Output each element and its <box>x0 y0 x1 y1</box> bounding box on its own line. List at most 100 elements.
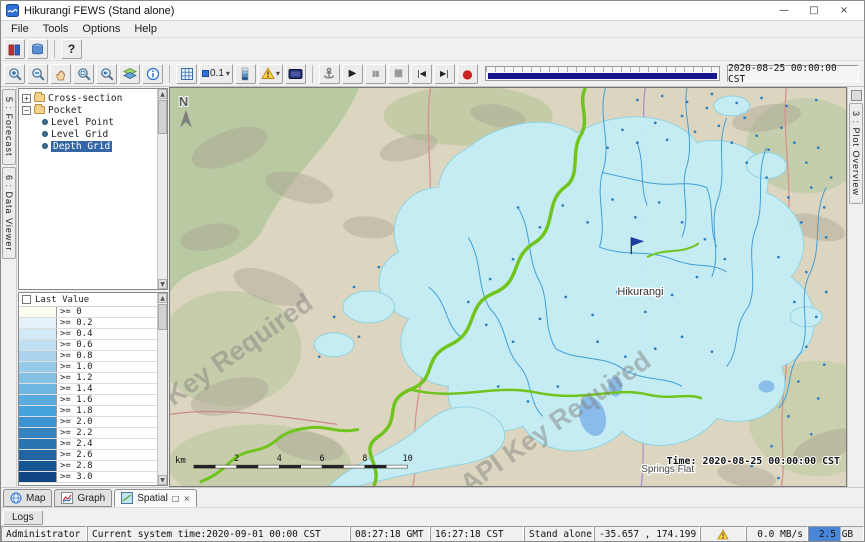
toolbar-separator <box>169 65 170 83</box>
close-button[interactable]: × <box>829 5 859 16</box>
tab-data-viewer[interactable]: 6 : Data Viewer <box>2 167 16 259</box>
scroll-up-icon[interactable]: ▲ <box>158 293 167 303</box>
map-canvas[interactable]: API Key Required API Key Required Hikura… <box>170 88 846 486</box>
legend-swatch <box>19 472 57 482</box>
tree-item-cross-section[interactable]: + Cross-section <box>22 92 156 104</box>
menu-file[interactable]: File <box>4 22 36 36</box>
pan-button[interactable] <box>50 64 71 84</box>
warning-triangle-icon <box>717 529 729 540</box>
scroll-thumb[interactable] <box>158 304 167 330</box>
menu-help[interactable]: Help <box>127 22 164 36</box>
last-value-checkbox[interactable] <box>22 295 31 304</box>
legend-label: >= 0.4 <box>57 329 93 339</box>
grid-display-button[interactable] <box>176 64 197 84</box>
legend-swatch <box>19 395 57 405</box>
window-title: Hikurangi FEWS (Stand alone) <box>24 5 174 17</box>
dock-handle-icon[interactable] <box>851 90 862 101</box>
layers-button[interactable] <box>119 64 140 84</box>
legend-swatch <box>19 362 57 372</box>
app-logo-icon <box>6 4 19 17</box>
tree-label-selected: Depth Grid <box>51 141 112 152</box>
tree-item-level-point[interactable]: Level Point <box>22 116 156 128</box>
log-browser-button[interactable] <box>4 39 25 59</box>
legend-swatch <box>19 351 57 361</box>
status-mode: Stand alone <box>524 526 594 542</box>
zoom-in-button[interactable] <box>4 64 25 84</box>
zoom-rectangle-button[interactable] <box>73 64 94 84</box>
stop-button[interactable]: ■ <box>388 64 409 84</box>
database-viewer-button[interactable] <box>27 39 48 59</box>
tree-scrollbar[interactable]: ▲ ▼ <box>157 89 167 289</box>
hand-icon <box>54 67 68 81</box>
zoom-previous-button[interactable] <box>96 64 117 84</box>
legend-classes-button[interactable] <box>235 64 256 84</box>
tab-plot-overview[interactable]: 3 : Plot Overview <box>849 103 863 204</box>
scroll-down-icon[interactable]: ▼ <box>158 279 167 289</box>
time-slider[interactable] <box>485 66 720 81</box>
color-ramp-icon <box>240 67 250 81</box>
tab-close-icon[interactable]: × <box>183 494 190 503</box>
warning-triangle-icon <box>261 67 275 80</box>
legend-rows: >= 0 >= 0.2 >= 0.4 >= 0.6 >= 0.8 >= 1.0 … <box>19 307 157 483</box>
status-warning-cell[interactable] <box>700 526 746 542</box>
status-coordinates: -35.657 , 174.199 <box>594 526 700 542</box>
legend-label: >= 1.4 <box>57 384 93 394</box>
main-area: 5 : Forecast 6 : Data Viewer + Cross-sec… <box>1 87 864 487</box>
play-button[interactable]: ▶ <box>342 64 363 84</box>
grid-icon <box>180 67 194 81</box>
minimize-button[interactable]: — <box>769 5 799 16</box>
zoom-out-icon <box>31 67 45 81</box>
legend-row: >= 3.0 <box>19 472 157 483</box>
pause-button[interactable]: ▮▮ <box>365 64 386 84</box>
info-button[interactable] <box>142 64 163 84</box>
help-button[interactable]: ? <box>61 39 82 59</box>
skip-to-end-button[interactable]: ▶| <box>434 64 455 84</box>
scale-tick: 8 <box>362 453 367 463</box>
layer-node-icon <box>42 131 48 137</box>
skip-to-start-button[interactable]: |◀ <box>411 64 432 84</box>
legend-swatch <box>19 373 57 383</box>
legend-row: >= 0.2 <box>19 318 157 329</box>
tab-map[interactable]: Map <box>3 489 52 507</box>
legend-row: >= 1.2 <box>19 373 157 384</box>
scroll-down-icon[interactable]: ▼ <box>158 475 167 485</box>
menu-tools[interactable]: Tools <box>36 22 76 36</box>
tree-item-pocket[interactable]: − Pocket <box>22 104 156 116</box>
logs-button[interactable]: Logs <box>3 510 43 525</box>
legend-label: >= 1.8 <box>57 406 93 416</box>
legend-label: >= 1.6 <box>57 395 93 405</box>
anchor-icon <box>322 67 336 81</box>
tree-item-depth-grid[interactable]: Depth Grid <box>22 140 156 152</box>
chevron-down-icon: ▾ <box>226 69 230 78</box>
tab-float-icon[interactable]: □ <box>172 494 180 503</box>
layer-tree: + Cross-section − Pocket Level Point <box>18 88 168 290</box>
legend-label: >= 2.2 <box>57 428 93 438</box>
record-movie-button[interactable]: ● <box>457 64 478 84</box>
movie-screen-icon <box>288 67 303 81</box>
tab-graph[interactable]: Graph <box>54 489 112 507</box>
scroll-up-icon[interactable]: ▲ <box>158 89 167 99</box>
menu-options[interactable]: Options <box>75 22 127 36</box>
maximize-button[interactable]: □ <box>799 5 829 16</box>
collapse-icon[interactable]: − <box>22 106 31 115</box>
spatial-side-panel: + Cross-section − Pocket Level Point <box>17 87 169 487</box>
animation-export-button[interactable] <box>285 64 306 84</box>
tree-item-level-grid[interactable]: Level Grid <box>22 128 156 140</box>
legend-row: >= 0.6 <box>19 340 157 351</box>
status-bar: Administrator Current system time:2020-0… <box>1 526 864 542</box>
zoom-out-button[interactable] <box>27 64 48 84</box>
legend-label: >= 2.6 <box>57 450 93 460</box>
layer-node-icon <box>42 143 48 149</box>
spatial-map-icon <box>121 492 133 504</box>
legend-swatch <box>19 428 57 438</box>
anchor-time-button[interactable] <box>319 64 340 84</box>
tab-forecast[interactable]: 5 : Forecast <box>2 89 16 165</box>
tab-spatial[interactable]: Spatial □ × <box>114 489 197 507</box>
thresholds-dropdown[interactable]: ▾ <box>258 64 283 84</box>
legend-label: >= 2.4 <box>57 439 93 449</box>
class-interval-dropdown[interactable]: 0.1 ▾ <box>199 64 233 84</box>
expand-icon[interactable]: + <box>22 94 31 103</box>
scroll-thumb[interactable] <box>158 100 167 134</box>
map-viewport[interactable]: API Key Required API Key Required Hikura… <box>169 87 847 487</box>
legend-scrollbar[interactable]: ▲ ▼ <box>157 293 167 485</box>
